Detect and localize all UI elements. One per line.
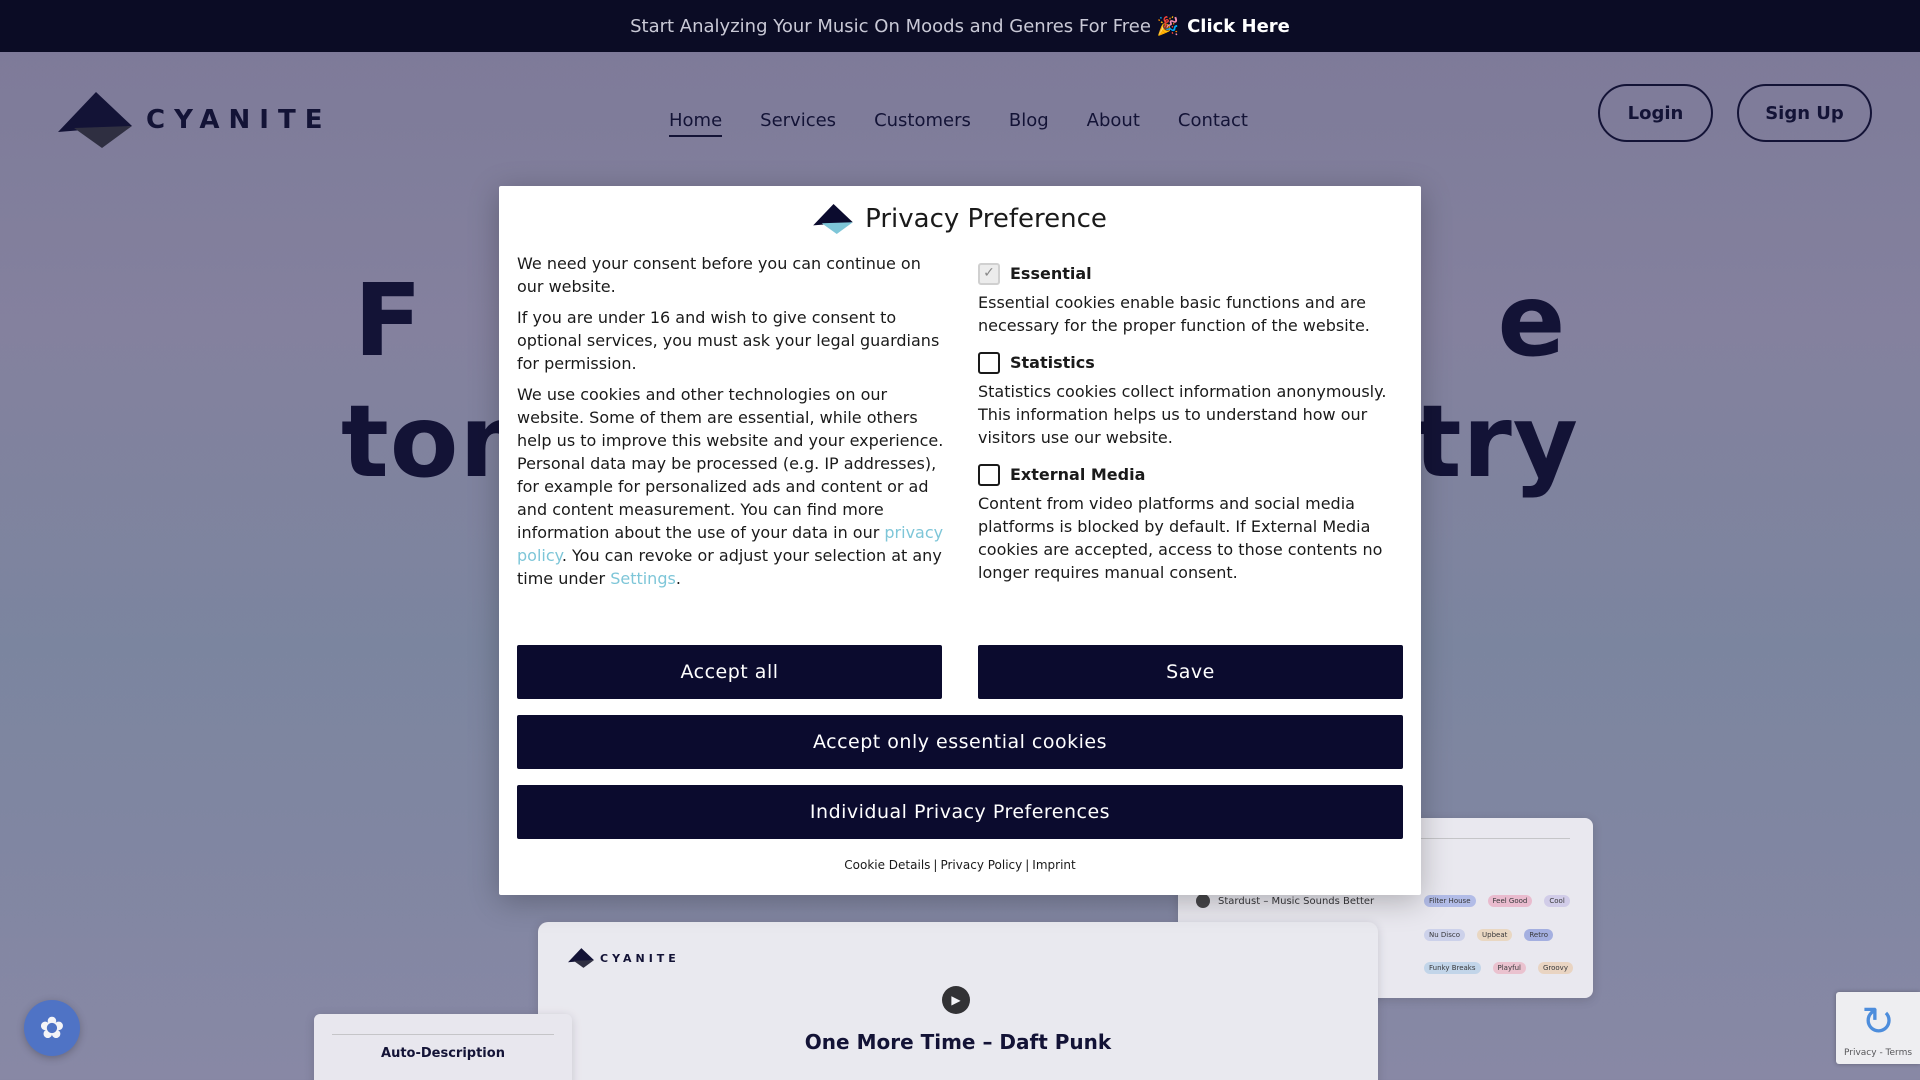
option-external-media: External Media Content from video platfo… (978, 463, 1403, 584)
privacy-preference-dialog: Privacy Preference We need your consent … (499, 186, 1421, 895)
save-button[interactable]: Save (978, 645, 1403, 699)
option-label: External Media (1010, 465, 1146, 484)
external-media-checkbox[interactable] (978, 463, 1000, 486)
consent-details-text: . You can revoke or adjust your selectio… (517, 546, 942, 588)
consent-details: We use cookies and other technologies on… (517, 383, 947, 590)
dialog-title: Privacy Preference (865, 204, 1107, 234)
consent-intro: We need your consent before you can cont… (517, 254, 921, 296)
option-statistics: Statistics Statistics cookies collect in… (978, 351, 1403, 449)
option-description: Essential cookies enable basic functions… (978, 293, 1370, 335)
cookie-details-link[interactable]: Cookie Details (844, 858, 930, 872)
option-label: Essential (1010, 264, 1092, 283)
promo-bar: Start Analyzing Your Music On Moods and … (0, 0, 1920, 52)
individual-preferences-button[interactable]: Individual Privacy Preferences (517, 785, 1403, 839)
cookie-options: ✓ Essential Essential cookies enable bas… (978, 262, 1403, 598)
separator: | (1025, 858, 1030, 872)
essential-checkbox[interactable]: ✓ (978, 262, 1000, 285)
consent-details-text: . (675, 569, 681, 588)
dialog-footer-links: Cookie Details | Privacy Policy | Imprint (499, 858, 1421, 872)
option-description: Content from video platforms and social … (978, 494, 1383, 582)
imprint-link[interactable]: Imprint (1032, 858, 1075, 872)
accept-essential-button[interactable]: Accept only essential cookies (517, 715, 1403, 769)
dialog-header: Privacy Preference (499, 204, 1421, 234)
accept-all-button[interactable]: Accept all (517, 645, 942, 699)
logo-mark-icon (813, 204, 853, 234)
privacy-policy-footer-link[interactable]: Privacy Policy (940, 858, 1022, 872)
promo-text: Start Analyzing Your Music On Moods and … (630, 15, 1180, 37)
consent-text: We need your consent before you can cont… (517, 252, 947, 598)
statistics-checkbox[interactable] (978, 351, 1000, 374)
consent-age-notice: If you are under 16 and wish to give con… (517, 308, 940, 373)
promo-cta-link[interactable]: Click Here (1187, 16, 1290, 37)
option-description: Statistics cookies collect information a… (978, 382, 1387, 447)
settings-link[interactable]: Settings (610, 569, 676, 588)
consent-details-text: We use cookies and other technologies on… (517, 385, 944, 542)
separator: | (933, 858, 938, 872)
option-label: Statistics (1010, 353, 1095, 372)
option-essential: ✓ Essential Essential cookies enable bas… (978, 262, 1403, 337)
